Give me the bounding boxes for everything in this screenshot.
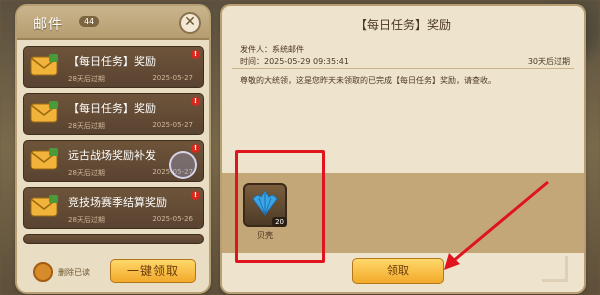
mail-subject: 【每日任务】奖励 xyxy=(68,55,156,68)
detail-title: 【每日任务】奖励 xyxy=(354,18,451,32)
detail-divider xyxy=(232,68,574,69)
mail-expire: 28天后过期 xyxy=(68,122,105,130)
trash-icon xyxy=(33,262,53,282)
corner-decoration xyxy=(542,256,568,282)
mail-subject: 远古战场奖励补发 xyxy=(68,149,156,162)
unread-alert-icon: ! xyxy=(191,191,200,200)
mail-subject: 竞技场赛季结算奖励 xyxy=(68,196,167,209)
envelope-icon xyxy=(30,148,58,170)
close-button[interactable]: ✕ xyxy=(179,12,201,34)
mail-panel-header: 邮件 44 ✕ xyxy=(17,6,209,40)
mail-count-badge: 44 xyxy=(79,16,100,27)
mail-list-panel: 邮件 44 ✕ 【每日任务】奖励 28天后过期 2025-05-27 ! 【每日… xyxy=(17,6,209,292)
detail-body: 尊敬的大统领，这是您昨天未领取的已完成【每日任务】奖励，请查收。 xyxy=(240,76,496,85)
mail-item[interactable] xyxy=(23,234,204,244)
mail-list: 【每日任务】奖励 28天后过期 2025-05-27 ! 【每日任务】奖励 28… xyxy=(23,46,204,244)
mail-date: 2025-05-26 xyxy=(152,215,193,223)
mail-expire: 28天后过期 xyxy=(68,75,105,83)
mail-subject: 【每日任务】奖励 xyxy=(68,102,156,115)
delete-read-button[interactable]: 删除已读 xyxy=(33,262,90,282)
mail-item[interactable]: 【每日任务】奖励 28天后过期 2025-05-27 ! xyxy=(23,46,204,88)
mail-item[interactable]: 竞技场赛季结算奖励 28天后过期 2025-05-26 ! xyxy=(23,187,204,229)
claim-button[interactable]: 领取 xyxy=(352,258,444,284)
close-icon: ✕ xyxy=(184,14,196,30)
mail-expire: 28天后过期 xyxy=(68,216,105,224)
detail-sender: 发件人：系统邮件 xyxy=(240,45,304,54)
claim-all-button[interactable]: 一键领取 xyxy=(110,259,196,283)
envelope-icon xyxy=(30,54,58,76)
mail-expire: 28天后过期 xyxy=(68,169,105,177)
mail-item[interactable]: 【每日任务】奖励 28天后过期 2025-05-27 ! xyxy=(23,93,204,135)
mail-panel-footer: 删除已读 一键领取 xyxy=(17,252,209,292)
mail-date: 2025-05-27 xyxy=(152,121,193,129)
delete-read-label: 删除已读 xyxy=(58,267,90,277)
unread-alert-icon: ! xyxy=(191,50,200,59)
highlight-box xyxy=(235,150,325,263)
envelope-icon xyxy=(30,195,58,217)
detail-time: 时间：2025-05-29 09:35:41 xyxy=(240,57,349,66)
envelope-icon xyxy=(30,101,58,123)
unread-alert-icon: ! xyxy=(191,97,200,106)
mail-panel-title: 邮件 xyxy=(33,17,63,33)
touch-indicator xyxy=(169,151,197,179)
mail-date: 2025-05-27 xyxy=(152,74,193,82)
detail-expire: 30天后过期 xyxy=(527,57,570,66)
unread-alert-icon: ! xyxy=(191,144,200,153)
mail-detail-panel: 【每日任务】奖励 发件人：系统邮件 时间：2025-05-29 09:35:41… xyxy=(222,6,584,292)
